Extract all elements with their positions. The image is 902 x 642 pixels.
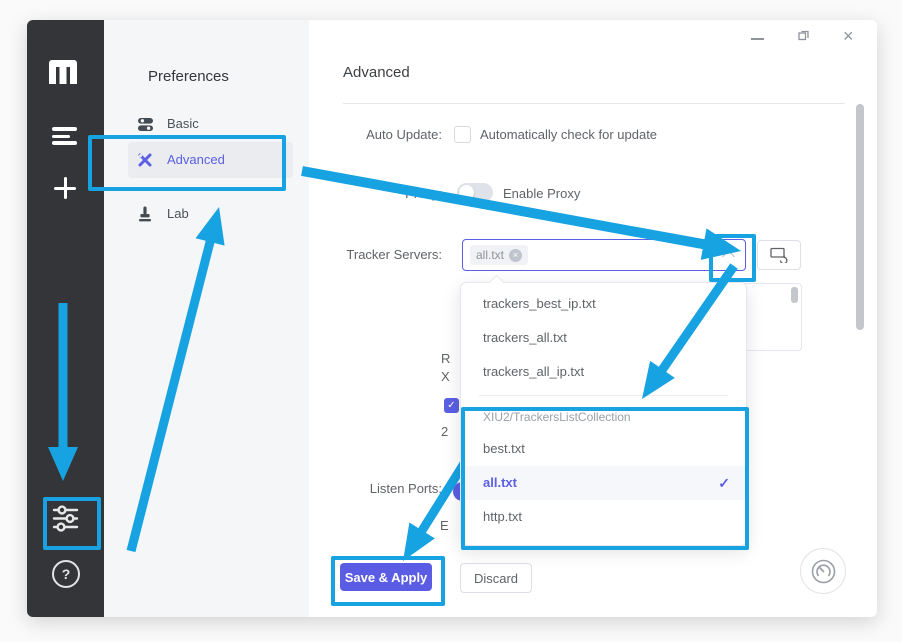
discard-button[interactable]: Discard — [460, 563, 532, 593]
tracker-dropdown: trackers_best_ip.txt trackers_all.txt tr… — [460, 282, 747, 546]
sync-trackers-icon — [770, 247, 788, 263]
remove-tag-icon[interactable]: × — [509, 249, 522, 262]
help-icon[interactable]: ? — [52, 560, 80, 588]
toggles-icon — [137, 116, 154, 133]
proxy-label: Proxy: — [277, 186, 442, 201]
nav-item-advanced[interactable]: Advanced — [128, 142, 293, 178]
tag-label: all.txt — [476, 248, 504, 262]
dropdown-group-label: XIU2/TrackersListCollection — [461, 402, 746, 432]
checked-checkbox-fragment[interactable]: ✓ — [444, 398, 459, 413]
chevron-up-icon[interactable] — [722, 250, 735, 263]
hint-fragment: X — [441, 369, 450, 384]
motrix-logo-icon — [49, 60, 77, 84]
dropdown-item[interactable]: trackers_all_ip.txt — [461, 355, 746, 389]
toggle-knob — [459, 185, 474, 200]
listen-ports-label: Listen Ports: — [277, 481, 442, 496]
selected-item-label: all.txt — [483, 475, 517, 490]
proxy-toggle[interactable] — [457, 183, 493, 202]
nav-item-basic[interactable]: Basic — [128, 106, 293, 142]
dropdown-item[interactable]: trackers_all.txt — [461, 321, 746, 355]
nav-title: Preferences — [148, 68, 229, 85]
textarea-scrollbar[interactable] — [791, 287, 798, 303]
speedometer-icon — [810, 558, 837, 585]
nav-item-label: Lab — [167, 206, 189, 221]
auto-update-label: Auto Update: — [277, 127, 442, 142]
check-icon: ✓ — [718, 466, 730, 500]
minimize-button[interactable] — [751, 32, 767, 44]
page-title: Advanced — [343, 64, 410, 81]
hint-fragment: R — [441, 351, 450, 366]
save-apply-button[interactable]: Save & Apply — [340, 563, 432, 591]
dropdown-item[interactable]: trackers_best_ip.txt — [461, 287, 746, 321]
preferences-nav: Preferences Basic Advanced Lab — [104, 20, 309, 617]
auto-update-checkbox[interactable] — [454, 126, 471, 143]
hint-fragment: E — [440, 518, 449, 533]
update-trackers-button[interactable] — [757, 240, 801, 270]
dropdown-item-selected[interactable]: all.txt ✓ — [461, 466, 746, 500]
proxy-text: Enable Proxy — [503, 186, 580, 201]
dropdown-item[interactable]: best.txt — [461, 432, 746, 466]
tools-icon — [137, 152, 153, 168]
lab-icon — [137, 206, 153, 222]
sidebar: ? — [27, 20, 104, 617]
dropdown-divider — [479, 395, 728, 396]
tracker-select[interactable]: all.txt × — [462, 239, 746, 271]
close-button[interactable]: × — [843, 26, 854, 47]
nav-item-label: Basic — [167, 116, 199, 131]
dropdown-item[interactable]: http.txt — [461, 500, 746, 534]
selected-tag: all.txt × — [470, 245, 528, 265]
restore-button[interactable] — [797, 28, 810, 41]
tracker-servers-label: Tracker Servers: — [277, 247, 442, 262]
window-scrollbar[interactable] — [856, 104, 864, 330]
auto-update-text[interactable]: Automatically check for update — [480, 127, 657, 142]
nav-item-label: Advanced — [167, 152, 225, 167]
app-window: ? Preferences Basic Advanced — [27, 20, 877, 617]
hint-fragment: 2 — [441, 424, 448, 439]
nav-item-lab[interactable]: Lab — [128, 196, 293, 232]
preferences-icon[interactable] — [50, 503, 81, 534]
speedometer-button[interactable] — [800, 548, 846, 594]
title-divider — [343, 103, 845, 104]
